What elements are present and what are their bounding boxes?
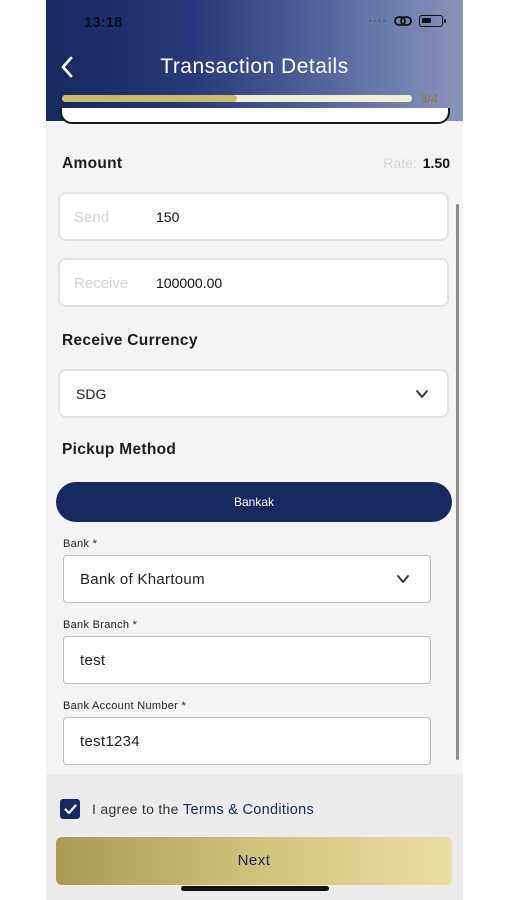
checkmark-icon: [63, 803, 77, 814]
receive-value: 100000.00: [156, 275, 223, 291]
send-value: 150: [156, 209, 180, 225]
receive-amount-input[interactable]: Receive 100000.00: [58, 258, 449, 307]
footer: I agree to the Terms & Conditions Next: [46, 774, 463, 900]
terms-link[interactable]: Terms & Conditions: [183, 802, 314, 818]
battery-icon: [419, 15, 446, 27]
home-indicator: [181, 886, 329, 891]
agree-prefix: I agree to the: [92, 801, 179, 817]
progress-bar: [62, 95, 412, 102]
currency-select[interactable]: SDG: [58, 369, 449, 418]
progress-fill: [62, 95, 237, 102]
scrollbar[interactable]: [456, 204, 459, 760]
next-button[interactable]: Next: [56, 837, 452, 885]
header: 13:18 ···· Transaction Details 3/4: [46, 0, 463, 121]
bank-value: Bank of Khartoum: [80, 571, 205, 588]
chevron-down-icon: [397, 575, 409, 583]
receive-currency-label: Receive Currency: [62, 332, 198, 349]
form-content: Amount Rate: 1.50 Send 150 Receive 100000…: [46, 124, 463, 774]
rate-label: Rate:: [383, 155, 417, 171]
bank-label: Bank *: [63, 538, 98, 550]
amount-label: Amount: [62, 155, 123, 172]
send-amount-input[interactable]: Send 150: [58, 192, 449, 241]
status-icons: ····: [368, 15, 446, 27]
rate-value: 1.50: [422, 155, 450, 171]
bank-branch-label: Bank Branch *: [63, 619, 138, 631]
pickup-method-bankak[interactable]: Bankak: [56, 482, 452, 522]
bank-branch-input[interactable]: test: [63, 636, 431, 684]
previous-section-card: [60, 108, 450, 124]
bank-account-input[interactable]: test1234: [63, 717, 431, 765]
bank-account-label: Bank Account Number *: [63, 700, 187, 712]
page-title: Transaction Details: [160, 55, 349, 78]
bank-account-value: test1234: [80, 733, 140, 750]
agree-text: I agree to the Terms & Conditions: [92, 801, 314, 818]
link-icon: [394, 16, 412, 26]
chevron-down-icon: [416, 390, 428, 398]
exchange-rate: Rate: 1.50: [383, 155, 450, 171]
step-counter: 3/4: [420, 91, 439, 106]
bank-branch-value: test: [80, 652, 106, 669]
status-time: 13:18: [84, 14, 123, 31]
terms-checkbox[interactable]: [60, 799, 80, 819]
send-label: Send: [74, 209, 110, 226]
pickup-method-label: Pickup Method: [62, 441, 177, 458]
receive-label: Receive: [74, 275, 129, 292]
phone-screen: 13:18 ···· Transaction Details 3/4 Amoun…: [46, 0, 463, 900]
signal-icon: ····: [368, 15, 387, 27]
bank-select[interactable]: Bank of Khartoum: [63, 555, 431, 603]
currency-value: SDG: [76, 386, 107, 402]
